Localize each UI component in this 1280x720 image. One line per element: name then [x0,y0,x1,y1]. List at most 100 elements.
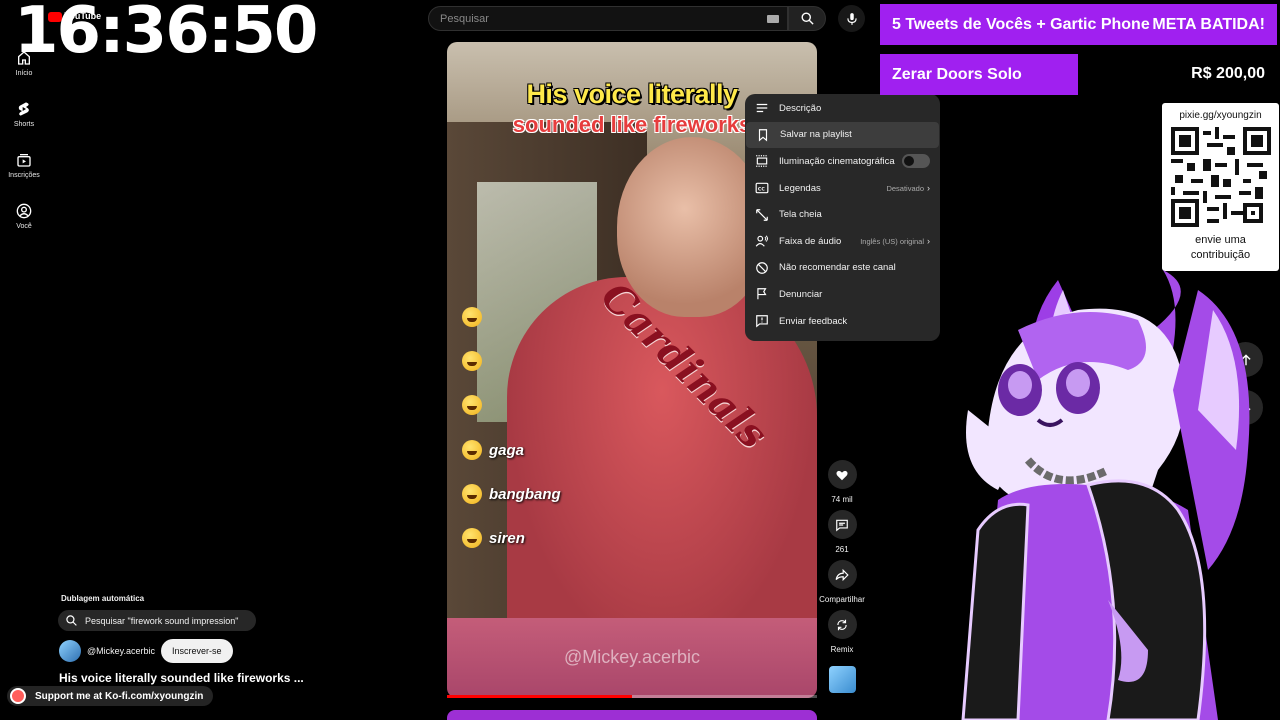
menu-item-fullscreen[interactable]: Tela cheia [745,201,940,228]
channel-name[interactable]: @Mickey.acerbic [87,646,155,656]
kofi-text: Support me at Ko-fi.com/xyoungzin [35,690,204,702]
short-actions: 74 mil 261 Compartilhar Remix [819,460,865,660]
share-icon [835,568,849,581]
svg-text:CC: CC [758,186,765,192]
menu-item-description[interactable]: Descrição [745,95,940,122]
you-icon [16,203,32,219]
share-action[interactable]: Compartilhar [819,560,865,604]
like-count: 74 mil [831,495,853,504]
block-icon [756,262,768,274]
menu-item-save-to-playlist[interactable]: Salvar na playlist [746,121,939,149]
sidebar-item-subscriptions[interactable]: Inscrições [0,142,48,193]
cinematic-toggle[interactable] [902,154,930,169]
vtuber-avatar-image [961,270,1250,720]
heart-icon [836,470,848,480]
menu-item-cinematic-lighting[interactable]: Iluminação cinematográfica [745,148,940,175]
goal-2-price: R$ 200,00 [1191,65,1265,82]
search-button[interactable] [788,6,826,31]
goal-1-text: 5 Tweets de Vocês + Gartic Phone [892,15,1150,33]
comment-action[interactable]: 261 [820,510,864,554]
kofi-cup-icon [10,688,26,704]
chevron-right-icon: › [927,236,930,247]
menu-item-audio-track[interactable]: Faixa de áudio Inglês (US) original › [745,228,940,255]
pixie-url: pixie.gg/xyoungzin [1179,110,1262,121]
suggested-search-text: Pesquisar "firework sound impression" [85,615,239,626]
pixie-cta-line1: envie uma [1195,234,1246,246]
video-title[interactable]: His voice literally sounded like firewor… [59,671,304,685]
subscriptions-icon [17,154,31,167]
audio-track-icon [755,235,769,247]
emoji-icon [462,307,482,327]
sidebar-item-label: Início [15,70,33,77]
search-icon [801,12,814,25]
video-watermark: @Mickey.acerbic [564,647,700,667]
search-input[interactable]: Pesquisar [428,6,788,31]
stream-clock: 16:36:50 [14,0,318,68]
description-icon [756,104,768,113]
kofi-banner: Support me at Ko-fi.com/xyoungzin [7,686,214,706]
next-short-preview[interactable] [447,710,817,720]
channel-avatar[interactable] [59,640,81,662]
auto-dub-label: Dublagem automática [61,594,145,603]
goal-banner-2: Zerar Doors Solo [880,54,1078,95]
channel-row: @Mickey.acerbic Inscrever-se [59,639,233,663]
sidebar-item-label: Inscrições [8,172,40,179]
menu-item-captions[interactable]: CC Legendas Desativado › [745,175,940,202]
search-placeholder: Pesquisar [440,12,489,25]
fullscreen-icon [756,208,768,221]
captions-value: Desativado [886,183,924,193]
bookmark-icon [758,129,768,142]
remix-action[interactable]: Remix [820,610,864,654]
like-action[interactable]: 74 mil [820,460,864,504]
more-options-menu: Descrição Salvar na playlist Iluminação … [745,94,940,341]
flag-icon [757,288,767,300]
emoji-icon [462,395,482,415]
cinematic-icon [756,155,768,168]
keyboard-icon[interactable] [767,14,779,23]
sidebar-item-you[interactable]: Você [0,193,48,244]
chevron-right-icon: › [927,183,930,194]
like-button[interactable] [827,460,857,489]
remix-button[interactable] [827,610,857,639]
comment-icon [836,519,848,531]
share-label: Compartilhar [819,595,865,604]
goal-1-status: META BATIDA! [1152,15,1265,33]
emoji-row [462,351,489,371]
comment-count: 261 [835,545,849,554]
left-sidebar: Início Shorts Inscrições Você [0,40,48,244]
pixie-donation-card: pixie.gg/xyoungzin envie uma contribuiçã… [1162,103,1279,271]
menu-item-send-feedback[interactable]: Enviar feedback [745,308,940,335]
microphone-icon [846,12,857,25]
search-icon [66,615,77,626]
remix-label: Remix [830,645,854,654]
feedback-icon [756,315,768,328]
progress-fill [447,695,632,698]
emoji-icon [462,440,482,460]
emoji-icon [462,351,482,371]
channel-thumbnail[interactable] [829,666,856,693]
emoji-row: bangbang [462,484,561,504]
emoji-row: siren [462,528,525,548]
emoji-icon [462,528,482,548]
emoji-row: gaga [462,440,524,460]
sidebar-item-label: Você [16,223,32,230]
menu-item-dont-recommend[interactable]: Não recomendar este canal [745,255,940,282]
audio-track-value: Inglês (US) original [860,236,924,246]
qr-code-icon [1170,127,1271,227]
remix-icon [837,619,847,630]
share-button[interactable] [827,560,857,589]
suggested-search-chip[interactable]: Pesquisar "firework sound impression" [58,610,256,631]
subscribe-button[interactable]: Inscrever-se [160,639,233,663]
video-progress-bar[interactable] [447,695,817,698]
captions-icon: CC [755,182,769,194]
voice-search-button[interactable] [838,5,865,32]
emoji-row [462,395,489,415]
comment-button[interactable] [827,510,857,539]
sidebar-item-shorts[interactable]: Shorts [0,91,48,142]
emoji-row [462,307,489,327]
emoji-icon [462,484,482,504]
pixie-cta-line2: contribuição [1190,249,1251,261]
goal-banner-1: 5 Tweets de Vocês + Gartic Phone META BA… [880,4,1277,45]
menu-item-report[interactable]: Denunciar [745,281,940,308]
shorts-icon [18,102,29,116]
